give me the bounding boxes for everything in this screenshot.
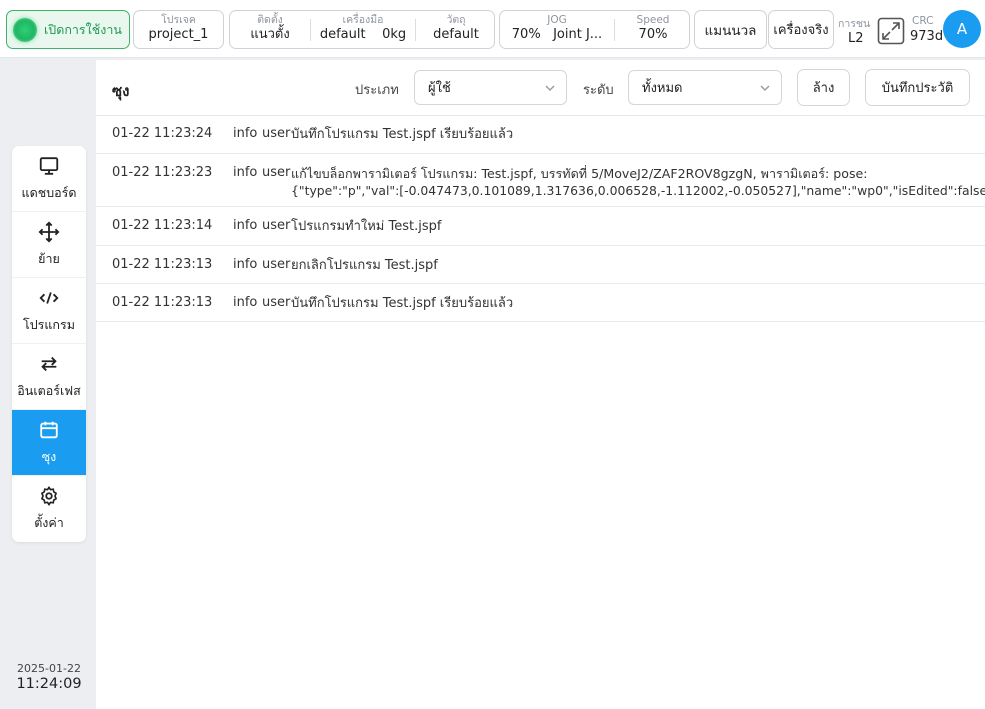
tool-label: เครื่องมือ	[342, 14, 384, 26]
log-message-line1: แก้ไขบล็อกพารามิเตอร์ โปรแกรม: Test.jspf…	[291, 166, 868, 181]
log-time: 01-22 11:23:13	[112, 257, 213, 272]
workpiece-label: วัตถุ	[446, 14, 466, 26]
calendar-icon	[40, 421, 58, 438]
speed-cell[interactable]: Speed 70%	[615, 11, 691, 48]
page-title: ซุง	[112, 82, 130, 100]
project-value: project_1	[148, 27, 209, 42]
sidebar-item-move[interactable]: ย้าย	[12, 212, 86, 278]
jog-value: 70% Joint J...	[511, 27, 603, 42]
sidebar-item-settings[interactable]: ตั้งค่า	[12, 476, 86, 542]
status-led-icon	[13, 17, 37, 42]
log-time: 01-22 11:23:23	[112, 165, 213, 180]
sidebar-item-label: โปรแกรม	[23, 316, 75, 332]
jog-speed-panel[interactable]: JOG 70% Joint J... Speed 70%	[499, 10, 690, 49]
collision-value[interactable]: L2	[848, 31, 864, 46]
top-status-bar: เปิดการใช้งาน โปรเจค project_1 ติดตั้ง แ…	[0, 0, 985, 58]
log-message: แก้ไขบล็อกพารามิเตอร์ โปรแกรม: Test.jspf…	[291, 165, 985, 199]
log-row: 01-22 11:23:13 info user บันทึกโปรแกรม T…	[96, 284, 985, 322]
sidebar-item-log[interactable]: ซุง	[12, 410, 86, 476]
project-selector[interactable]: โปรเจค project_1	[133, 10, 224, 49]
chevron-down-icon	[545, 85, 555, 91]
code-icon	[39, 291, 59, 304]
jog-cell[interactable]: JOG 70% Joint J...	[500, 11, 614, 48]
tool-load: 0kg	[382, 27, 407, 42]
speed-label: Speed	[636, 14, 670, 26]
sidebar-nav: แดชบอร์ด ย้าย โปรแกรม อินเตอร์เฟส ซุง ตั…	[12, 146, 86, 542]
mount-label: ติดตั้ง	[257, 14, 283, 26]
log-level: info	[233, 126, 258, 141]
log-row: 01-22 11:23:24 info user บันทึกโปรแกรม T…	[96, 116, 985, 154]
log-user: user	[262, 295, 291, 310]
enable-robot-button[interactable]: เปิดการใช้งาน	[6, 10, 130, 49]
log-user: user	[262, 257, 291, 272]
save-history-button[interactable]: บันทึกประวัติ	[865, 69, 970, 106]
chevron-down-icon	[760, 85, 770, 91]
level-filter-select[interactable]: ทั้งหมด	[628, 70, 782, 105]
log-user: user	[262, 126, 291, 141]
install-tool-panel[interactable]: ติดตั้ง แนวตั้ง เครื่องมือ default 0kg ว…	[229, 10, 495, 49]
expand-arrows-icon[interactable]	[877, 17, 905, 45]
collision-label: การชน	[838, 18, 871, 30]
monitor-icon	[39, 156, 59, 175]
type-filter-label: ประเภท	[355, 83, 399, 98]
log-message: บันทึกโปรแกรม Test.jspf เรียบร้อยแล้ว	[291, 296, 514, 311]
sidebar-item-label: ตั้งค่า	[34, 515, 64, 530]
real-machine-button[interactable]: เครื่องจริง	[768, 10, 834, 49]
clear-log-button[interactable]: ล้าง	[797, 69, 850, 106]
sidebar-item-label: ย้าย	[38, 250, 60, 266]
workpiece-cell[interactable]: วัตถุ default	[416, 11, 496, 48]
mount-value: แนวตั้ง	[250, 27, 290, 42]
sidebar-item-interface[interactable]: อินเตอร์เฟส	[12, 344, 86, 410]
log-level: info	[233, 165, 258, 180]
log-user: user	[262, 218, 291, 233]
log-list: 01-22 11:23:24 info user บันทึกโปรแกรม T…	[96, 116, 985, 322]
avatar[interactable]: A	[943, 10, 981, 48]
log-message-line2: {"type":"p","val":[-0.047473,0.101089,1.…	[291, 183, 985, 198]
project-label: โปรเจค	[161, 14, 196, 26]
crc-label: CRC	[912, 15, 934, 27]
type-filter-value: ผู้ใช้	[428, 81, 451, 96]
log-level: info	[233, 257, 258, 272]
log-toolbar: ซุง ประเภท ผู้ใช้ ระดับ ทั้งหมด ล้าง บัน…	[96, 60, 985, 116]
log-message: ยกเลิกโปรแกรม Test.jspf	[291, 258, 438, 273]
log-time: 01-22 11:23:14	[112, 218, 213, 233]
move-arrows-icon	[38, 221, 60, 242]
log-message: โปรแกรมทำใหม่ Test.jspf	[291, 219, 442, 234]
mount-cell[interactable]: ติดตั้ง แนวตั้ง	[230, 11, 310, 48]
log-time: 01-22 11:23:13	[112, 295, 213, 310]
type-filter-select[interactable]: ผู้ใช้	[414, 70, 567, 105]
sidebar-item-label: อินเตอร์เฟส	[17, 382, 81, 398]
tool-value: default 0kg	[319, 27, 407, 42]
swap-arrows-icon	[41, 356, 57, 371]
sidebar-item-label: แดชบอร์ด	[21, 184, 77, 200]
log-level: info	[233, 295, 258, 310]
log-time: 01-22 11:23:24	[112, 126, 213, 141]
gear-icon	[41, 486, 57, 506]
workpiece-value: default	[433, 27, 479, 42]
log-user: user	[262, 165, 291, 180]
jog-mode: Joint J...	[553, 27, 603, 42]
speed-value: 70%	[638, 27, 668, 42]
jog-label: JOG	[547, 14, 567, 26]
clock-date: 2025-01-22	[17, 662, 81, 675]
clock-time: 11:24:09	[16, 676, 82, 692]
sidebar-item-dashboard[interactable]: แดชบอร์ด	[12, 146, 86, 212]
level-filter-label: ระดับ	[583, 83, 614, 98]
manual-mode-button[interactable]: แมนนวล	[694, 10, 767, 49]
crc-value: 973d	[910, 29, 944, 44]
sidebar-item-program[interactable]: โปรแกรม	[12, 278, 86, 344]
log-row: 01-22 11:23:14 info user โปรแกรมทำใหม่ T…	[96, 207, 985, 246]
log-row: 01-22 11:23:23 info user แก้ไขบล็อกพาราม…	[96, 154, 985, 207]
sidebar-item-label: ซุง	[41, 448, 57, 464]
level-filter-value: ทั้งหมด	[642, 81, 683, 96]
log-message: บันทึกโปรแกรม Test.jspf เรียบร้อยแล้ว	[291, 127, 514, 142]
log-panel: ซุง ประเภท ผู้ใช้ ระดับ ทั้งหมด ล้าง บัน…	[96, 60, 985, 709]
enable-label: เปิดการใช้งาน	[44, 21, 122, 37]
log-level: info	[233, 218, 258, 233]
log-row: 01-22 11:23:13 info user ยกเลิกโปรแกรม T…	[96, 246, 985, 284]
system-clock: 2025-01-22 11:24:09	[0, 662, 98, 692]
tool-cell[interactable]: เครื่องมือ default 0kg	[311, 11, 415, 48]
